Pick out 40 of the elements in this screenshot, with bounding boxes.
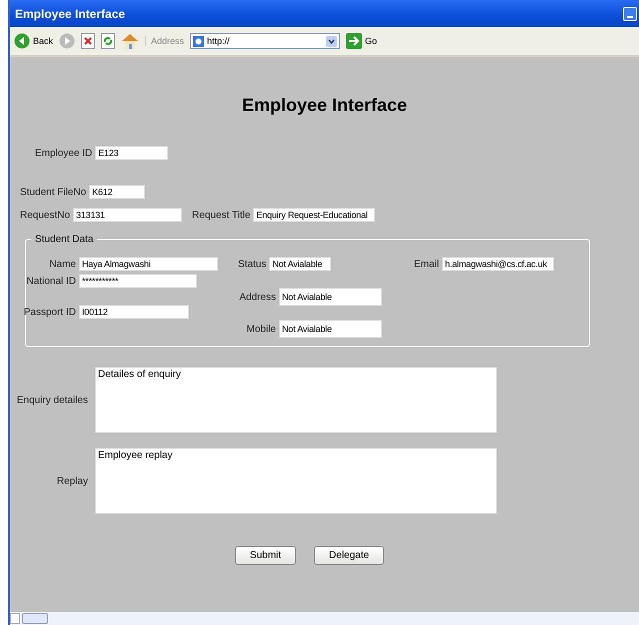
text-field[interactable]: h.almagwashi@cs.cf.ac.uk [442, 257, 554, 271]
page-icon [193, 36, 204, 46]
text-field[interactable]: I00112 [79, 305, 189, 319]
minimize-button[interactable] [623, 6, 637, 20]
field-label: Email [414, 258, 440, 270]
window-title: Employee Interface [15, 6, 126, 20]
text-area[interactable]: Employee replay [95, 448, 497, 514]
field-label: Student FileNo [20, 186, 86, 198]
field-label: Passport ID [22, 306, 76, 318]
address-field[interactable]: http:// [190, 33, 340, 49]
text-field[interactable]: *********** [79, 274, 197, 288]
refresh-icon[interactable] [101, 33, 116, 49]
field-label: National ID [26, 276, 76, 286]
home-icon[interactable] [121, 33, 140, 49]
back-button[interactable]: Back [14, 33, 54, 49]
text-field[interactable]: Enquiry Request-Educational [253, 208, 376, 222]
field-label: RequestNo [20, 210, 70, 220]
text-field[interactable]: Haya Almagwashi [79, 257, 218, 271]
field-label: Mobile [246, 324, 276, 334]
text-field[interactable]: Not Avialable [279, 288, 382, 306]
text-field[interactable]: Not Avialable [269, 257, 332, 271]
address-label: Address [145, 36, 184, 46]
delegate-button[interactable]: Delegate [314, 546, 384, 565]
field-label: Status [238, 258, 266, 270]
dropdown-icon[interactable] [326, 36, 338, 46]
field-label: Request Title [192, 210, 250, 220]
field-label: Replay [56, 476, 89, 486]
text-field[interactable]: 313131 [73, 208, 182, 222]
text-field[interactable]: Not Avialable [279, 320, 382, 338]
field-label: Employee ID [35, 148, 92, 158]
forward-icon[interactable] [59, 33, 76, 49]
submit-button[interactable]: Submit [234, 546, 296, 565]
text-area[interactable]: Detailes of enquiry [95, 367, 497, 433]
stop-icon[interactable] [81, 33, 96, 49]
text-field[interactable]: E123 [95, 146, 168, 160]
field-label: Name [48, 258, 76, 270]
page-heading: Employee Interface [240, 94, 408, 117]
text-field[interactable]: K612 [89, 185, 146, 199]
field-label: Enquiry detailes [16, 394, 89, 406]
field-label: Address [238, 292, 276, 302]
